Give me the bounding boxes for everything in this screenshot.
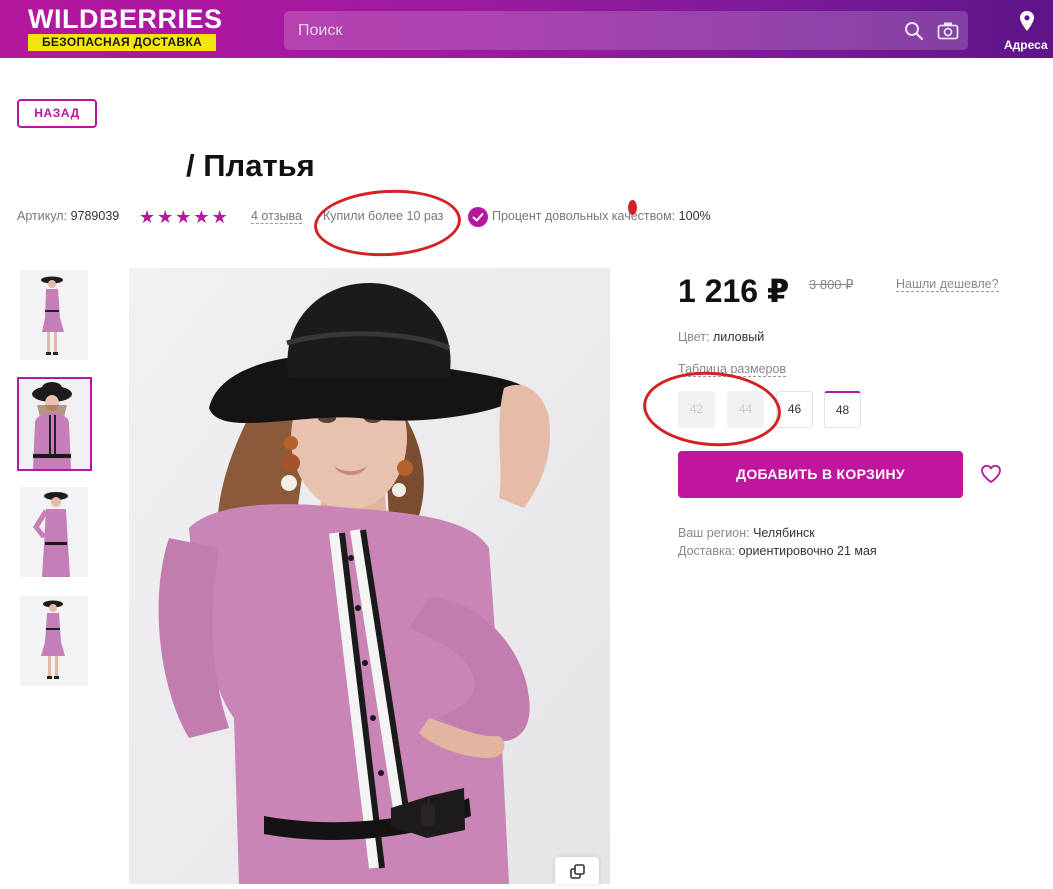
star-icon: ★ bbox=[211, 207, 230, 227]
product-thumbnail-3[interactable] bbox=[20, 487, 88, 577]
search-icon[interactable] bbox=[904, 21, 924, 41]
product-thumbnail-2[interactable] bbox=[17, 377, 92, 471]
product-main-image[interactable] bbox=[129, 268, 610, 884]
delivery-label: Доставка: bbox=[678, 544, 736, 558]
region-label: Ваш регион: bbox=[678, 526, 750, 540]
color-value: лиловый bbox=[712, 330, 765, 344]
logo[interactable]: WILDBERRIES bbox=[28, 4, 223, 35]
color-label: Цвет: bbox=[678, 330, 710, 344]
add-to-cart-button[interactable]: ДОБАВИТЬ В КОРЗИНУ bbox=[678, 451, 963, 498]
product-thumbnail-4[interactable] bbox=[20, 596, 88, 686]
thumbnail-image bbox=[20, 596, 88, 686]
header: WILDBERRIES БЕЗОПАСНАЯ ДОСТАВКА Адреса bbox=[0, 0, 1053, 58]
rating-stars[interactable]: ★★★★★ bbox=[139, 207, 230, 228]
compare-button[interactable] bbox=[555, 857, 599, 884]
logo-badge: БЕЗОПАСНАЯ ДОСТАВКА bbox=[28, 34, 216, 51]
heart-icon[interactable] bbox=[980, 464, 1002, 484]
annotation-mark bbox=[628, 200, 637, 215]
old-price: 3 800 ₽ bbox=[809, 277, 854, 292]
search-box[interactable] bbox=[284, 11, 968, 50]
satisfied-value: 100% bbox=[678, 209, 711, 223]
star-icon: ★ bbox=[175, 207, 194, 227]
size-option-44[interactable]: 44 bbox=[727, 391, 764, 428]
article-label: Артикул: bbox=[17, 209, 68, 223]
annotation-circle-bought bbox=[312, 186, 463, 260]
delivery-value: ориентировочно 21 мая bbox=[738, 544, 877, 558]
compare-icon bbox=[570, 864, 585, 879]
reviews-link[interactable]: 4 отзыва bbox=[251, 209, 302, 224]
thumbnail-image bbox=[20, 487, 88, 577]
addresses-label[interactable]: Адреса bbox=[1004, 38, 1053, 52]
delivery-line: Доставка: ориентировочно 21 мая bbox=[678, 544, 877, 558]
region-line: Ваш регион: Челябинск bbox=[678, 526, 815, 540]
star-icon: ★ bbox=[139, 207, 158, 227]
star-icon: ★ bbox=[193, 207, 212, 227]
price: 1 216 ₽ bbox=[678, 273, 790, 309]
page-title: / Платья bbox=[186, 148, 315, 183]
region-value: Челябинск bbox=[753, 526, 815, 540]
model-photo bbox=[129, 268, 610, 884]
article-value: 9789039 bbox=[70, 209, 120, 223]
article: Артикул: 9789039 bbox=[17, 209, 119, 223]
size-option-42[interactable]: 42 bbox=[678, 391, 715, 428]
product-thumbnail-1[interactable] bbox=[20, 270, 88, 360]
back-button[interactable]: НАЗАД bbox=[17, 99, 97, 128]
thumbnail-image bbox=[19, 379, 90, 469]
found-cheaper-link[interactable]: Нашли дешевле? bbox=[896, 277, 999, 292]
thumbnail-image bbox=[20, 270, 88, 360]
camera-icon[interactable] bbox=[937, 21, 959, 41]
size-option-48[interactable]: 48 bbox=[824, 391, 861, 428]
location-pin-icon[interactable] bbox=[1019, 10, 1035, 32]
satisfied-label: Процент довольных качеством: bbox=[492, 209, 676, 223]
color-line: Цвет: лиловый bbox=[678, 330, 764, 344]
search-input[interactable] bbox=[284, 11, 884, 50]
size-option-46[interactable]: 46 bbox=[776, 391, 813, 428]
star-icon: ★ bbox=[157, 207, 176, 227]
satisfied-percent: Процент довольных качеством: 100% bbox=[492, 209, 711, 223]
check-icon bbox=[468, 207, 488, 227]
size-table-link[interactable]: Таблица размеров bbox=[678, 362, 787, 377]
bought-count: Купили более 10 раз bbox=[323, 209, 444, 223]
